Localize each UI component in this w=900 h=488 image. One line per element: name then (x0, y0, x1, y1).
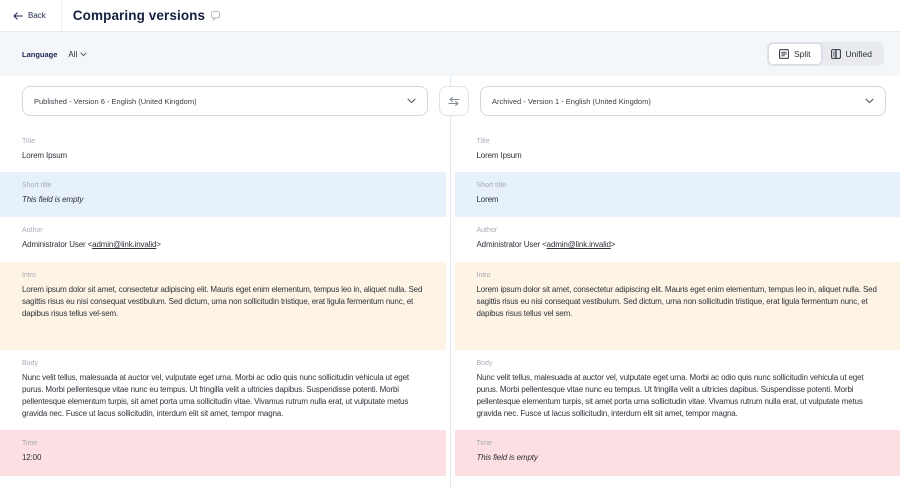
field-label: Author (22, 227, 432, 234)
field-value: Lorem ipsum dolor sit amet, consectetur … (477, 284, 887, 320)
author-suffix: > (156, 240, 161, 249)
language-dropdown[interactable]: All (68, 50, 87, 59)
field-label: Short title (477, 182, 887, 189)
comment-icon (211, 11, 220, 21)
row-gap (446, 430, 455, 476)
right-version-value: Archived - Version 1 - English (United K… (492, 97, 651, 106)
split-view-label: Split (794, 49, 811, 59)
field-cell-title-left: Title Lorem Ipsum (0, 128, 446, 172)
field-label: Body (477, 360, 887, 367)
author-name: Administrator User < (477, 240, 547, 249)
row-gap (446, 217, 455, 262)
field-cell-short-title-right: Short title Lorem (455, 172, 900, 217)
left-version-value: Published - Version 6 - English (United … (34, 97, 197, 106)
chevron-down-icon (80, 52, 87, 57)
field-cell-body-left: Body Nunc velit tellus, malesuada at auc… (0, 350, 446, 430)
author-name: Administrator User < (22, 240, 92, 249)
toolbar: Language All Split Unified (0, 32, 900, 76)
field-cell-intro-left: Intro Lorem ipsum dolor sit amet, consec… (0, 262, 446, 350)
comparing-versions-page: Back Comparing versions Language All Spl… (0, 0, 900, 488)
back-button[interactable]: Back (0, 0, 62, 31)
field-cell-author-left: Author Administrator User <admin@link.in… (0, 217, 446, 262)
field-cell-short-title-left: Short title This field is empty (0, 172, 446, 217)
field-row-author: Author Administrator User <admin@link.in… (0, 217, 900, 262)
swap-arrows-icon (448, 97, 460, 106)
field-label: Intro (477, 272, 887, 279)
field-value: Nunc velit tellus, malesuada at auctor v… (477, 372, 887, 420)
field-label: Title (22, 138, 432, 145)
field-cell-intro-right: Intro Lorem ipsum dolor sit amet, consec… (455, 262, 900, 350)
language-value: All (68, 50, 77, 59)
back-label: Back (28, 11, 46, 20)
field-value: Lorem Ipsum (477, 150, 887, 162)
author-email-link[interactable]: admin@link.invalid (92, 240, 156, 249)
row-gap (446, 128, 455, 172)
version-selector-row: Published - Version 6 - English (United … (22, 86, 886, 116)
field-cell-author-right: Author Administrator User <admin@link.in… (455, 217, 900, 262)
field-row-body: Body Nunc velit tellus, malesuada at auc… (0, 350, 900, 430)
arrow-left-icon (13, 12, 23, 20)
field-rows: Title Lorem Ipsum Title Lorem Ipsum Shor… (0, 128, 900, 476)
language-selector: Language All (22, 50, 87, 59)
page-title: Comparing versions (73, 8, 205, 23)
field-value: Lorem (477, 194, 887, 206)
field-value: Lorem Ipsum (22, 150, 432, 162)
empty-field-message: This field is empty (22, 194, 432, 206)
row-gap (446, 262, 455, 350)
unified-view-icon (831, 49, 841, 59)
unified-view-label: Unified (846, 49, 872, 59)
field-cell-time-left: Time 12:00 (0, 430, 446, 476)
field-value: Administrator User <admin@link.invalid> (477, 239, 887, 251)
field-label: Author (477, 227, 887, 234)
field-label: Body (22, 360, 432, 367)
split-view-button[interactable]: Split (769, 44, 821, 64)
field-label: Intro (22, 272, 432, 279)
field-value: Nunc velit tellus, malesuada at auctor v… (22, 372, 432, 420)
field-label: Short title (22, 182, 432, 189)
field-row-title: Title Lorem Ipsum Title Lorem Ipsum (0, 128, 900, 172)
row-gap (446, 172, 455, 217)
chevron-down-icon (407, 98, 416, 104)
field-label: Title (477, 138, 887, 145)
field-row-intro: Intro Lorem ipsum dolor sit amet, consec… (0, 262, 900, 350)
comparison-content: Published - Version 6 - English (United … (0, 76, 900, 488)
author-email-link[interactable]: admin@link.invalid (547, 240, 611, 249)
field-label: Time (477, 440, 887, 447)
field-cell-body-right: Body Nunc velit tellus, malesuada at auc… (455, 350, 900, 430)
field-cell-title-right: Title Lorem Ipsum (455, 128, 900, 172)
swap-versions-button[interactable] (439, 86, 469, 116)
chevron-down-icon (865, 98, 874, 104)
field-row-time: Time 12:00 Time This field is empty (0, 430, 900, 476)
field-label: Time (22, 440, 432, 447)
right-version-select[interactable]: Archived - Version 1 - English (United K… (480, 86, 886, 116)
unified-view-button[interactable]: Unified (821, 44, 882, 64)
row-gap (446, 350, 455, 430)
empty-field-message: This field is empty (477, 452, 887, 464)
field-value: Lorem ipsum dolor sit amet, consectetur … (22, 284, 432, 320)
field-cell-time-right: Time This field is empty (455, 430, 900, 476)
header: Back Comparing versions (0, 0, 900, 32)
language-label: Language (22, 50, 57, 59)
view-mode-toggle: Split Unified (767, 42, 884, 66)
field-value: 12:00 (22, 452, 432, 464)
author-suffix: > (611, 240, 616, 249)
split-view-icon (779, 49, 789, 59)
field-value: Administrator User <admin@link.invalid> (22, 239, 432, 251)
field-row-short-title: Short title This field is empty Short ti… (0, 172, 900, 217)
left-version-select[interactable]: Published - Version 6 - English (United … (22, 86, 428, 116)
